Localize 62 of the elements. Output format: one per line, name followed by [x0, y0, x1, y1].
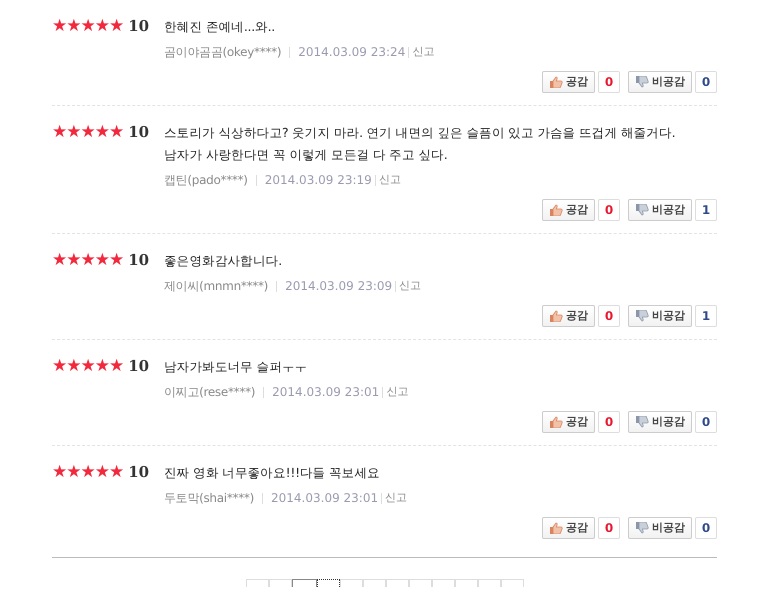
thumbs-down-icon — [635, 416, 649, 428]
review-date: 2014.03.09 23:01 — [271, 490, 378, 507]
like-button[interactable]: 공감 — [542, 199, 595, 221]
review-text: 남자가 사랑한다면 꼭 이렇게 모든걸 다 주고 싶다. — [164, 146, 448, 164]
star-rating: ★★★★★ — [52, 18, 124, 34]
thumbs-up-icon — [549, 204, 563, 216]
thumbs-down-icon — [635, 76, 649, 88]
thumbs-down-icon — [635, 204, 649, 216]
review-date: 2014.03.09 23:01 — [272, 384, 380, 401]
author-name: 제이씨(mnmn****) — [164, 278, 268, 295]
dislike-count: 1 — [695, 199, 717, 221]
review-text: 진짜 영화 너무좋아요!!!다들 꼭보세요 — [164, 464, 381, 482]
star-rating: ★★★★★ — [52, 358, 124, 374]
star-rating: ★★★★★ — [52, 124, 124, 140]
star-rating: ★★★★★ — [52, 464, 124, 480]
thumbs-up-icon — [549, 416, 563, 428]
report-link[interactable]: 신고 — [412, 43, 434, 61]
review-text: 좋은영화감사합니다. — [164, 252, 283, 270]
dislike-button[interactable]: 비공감 — [628, 411, 692, 433]
review-date: 2014.03.09 23:24 — [298, 44, 406, 61]
review-text: 남자가봐도너무 슬퍼ㅜㅜ — [164, 358, 308, 376]
author-name: 두토막(shai****) — [164, 490, 254, 507]
thumbs-up-icon — [549, 76, 563, 88]
like-count: 0 — [598, 517, 620, 539]
like-button[interactable]: 공감 — [542, 411, 595, 433]
review-text: 한혜진 존예네...와.. — [164, 18, 276, 36]
report-link[interactable]: 신고 — [386, 383, 408, 401]
review-date: 2014.03.09 23:09 — [285, 278, 392, 295]
dislike-button[interactable]: 비공감 — [628, 71, 692, 93]
like-count: 0 — [598, 411, 620, 433]
review-text: 스토리가 식상하다고? 웃기지 마라. 연기 내면의 깊은 슬픔이 있고 가슴을 뜨겁게 해줄거다. — [164, 124, 676, 142]
report-link[interactable]: 신고 — [399, 277, 422, 295]
dislike-count: 0 — [695, 517, 717, 539]
like-count: 0 — [598, 71, 620, 93]
dislike-count: 0 — [695, 71, 717, 93]
dislike-count: 0 — [695, 411, 717, 433]
star-rating: ★★★★★ — [52, 252, 124, 268]
thumbs-down-icon — [635, 310, 649, 322]
thumbs-up-icon — [549, 522, 563, 534]
thumbs-up-icon — [549, 310, 563, 322]
review-date: 2014.03.09 23:19 — [264, 172, 372, 189]
dislike-button[interactable]: 비공감 — [628, 199, 692, 221]
rating-score: 10 — [128, 16, 150, 37]
thumbs-down-icon — [635, 522, 649, 534]
like-button[interactable]: 공감 — [542, 517, 595, 539]
author-name: 이찌고(rese****) — [164, 384, 256, 401]
dislike-button[interactable]: 비공감 — [628, 517, 692, 539]
like-count: 0 — [598, 305, 620, 327]
report-link[interactable]: 신고 — [385, 489, 408, 507]
dislike-count: 1 — [695, 305, 717, 327]
rating-score: 10 — [128, 122, 150, 143]
dislike-button[interactable]: 비공감 — [628, 305, 692, 327]
like-button[interactable]: 공감 — [542, 71, 595, 93]
rating-score: 10 — [128, 250, 150, 271]
report-link[interactable]: 신고 — [378, 171, 401, 189]
rating-score: 10 — [128, 356, 150, 377]
like-button[interactable]: 공감 — [542, 305, 595, 327]
rating-score: 10 — [128, 462, 150, 483]
author-name: 곰이야곰곰(okey****) — [164, 44, 282, 61]
page-button[interactable] — [316, 579, 340, 587]
like-count: 0 — [598, 199, 620, 221]
author-name: 캡틴(pado****) — [164, 172, 248, 189]
